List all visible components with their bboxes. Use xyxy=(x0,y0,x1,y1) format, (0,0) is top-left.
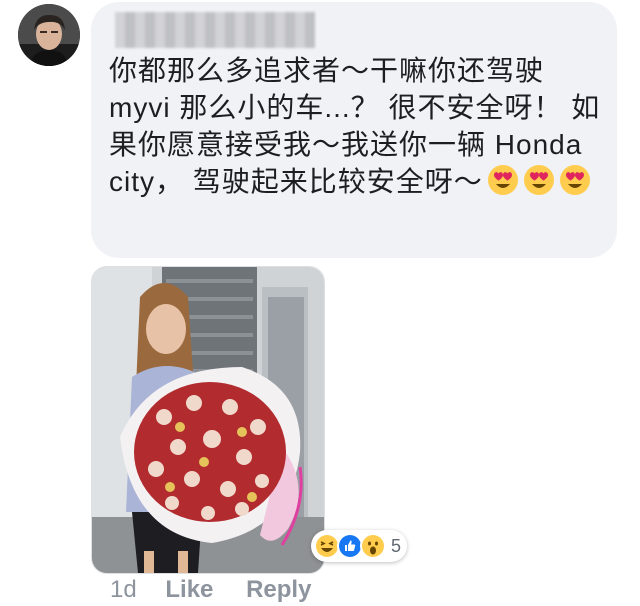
author-name-blurred[interactable] xyxy=(115,12,315,48)
heart-eyes-emoji xyxy=(523,165,554,195)
comment-photo-attachment[interactable] xyxy=(91,266,325,574)
reaction-count: 5 xyxy=(391,535,402,556)
heart-eyes-emoji xyxy=(559,165,590,195)
like-button[interactable]: Like xyxy=(165,576,213,604)
comment-text: 你都那么多追求者～干嘛你还驾驶 myvi 那么小的车...？ 很不安全呀！ 如果… xyxy=(109,52,609,205)
reactions-summary[interactable]: 5 xyxy=(311,530,408,562)
avatar-photo xyxy=(18,4,80,66)
heart-eyes-emoji xyxy=(487,165,518,195)
wow-reaction-icon xyxy=(360,533,386,559)
commenter-avatar[interactable] xyxy=(18,4,80,66)
comment-actions: 1d Like Reply xyxy=(110,576,311,604)
bouquet-photo xyxy=(92,267,324,573)
reply-button[interactable]: Reply xyxy=(246,576,311,604)
comment-timestamp[interactable]: 1d xyxy=(110,576,137,604)
emoji-group xyxy=(487,164,595,205)
comment-bubble: 你都那么多追求者～干嘛你还驾驶 myvi 那么小的车...？ 很不安全呀！ 如果… xyxy=(91,2,617,258)
